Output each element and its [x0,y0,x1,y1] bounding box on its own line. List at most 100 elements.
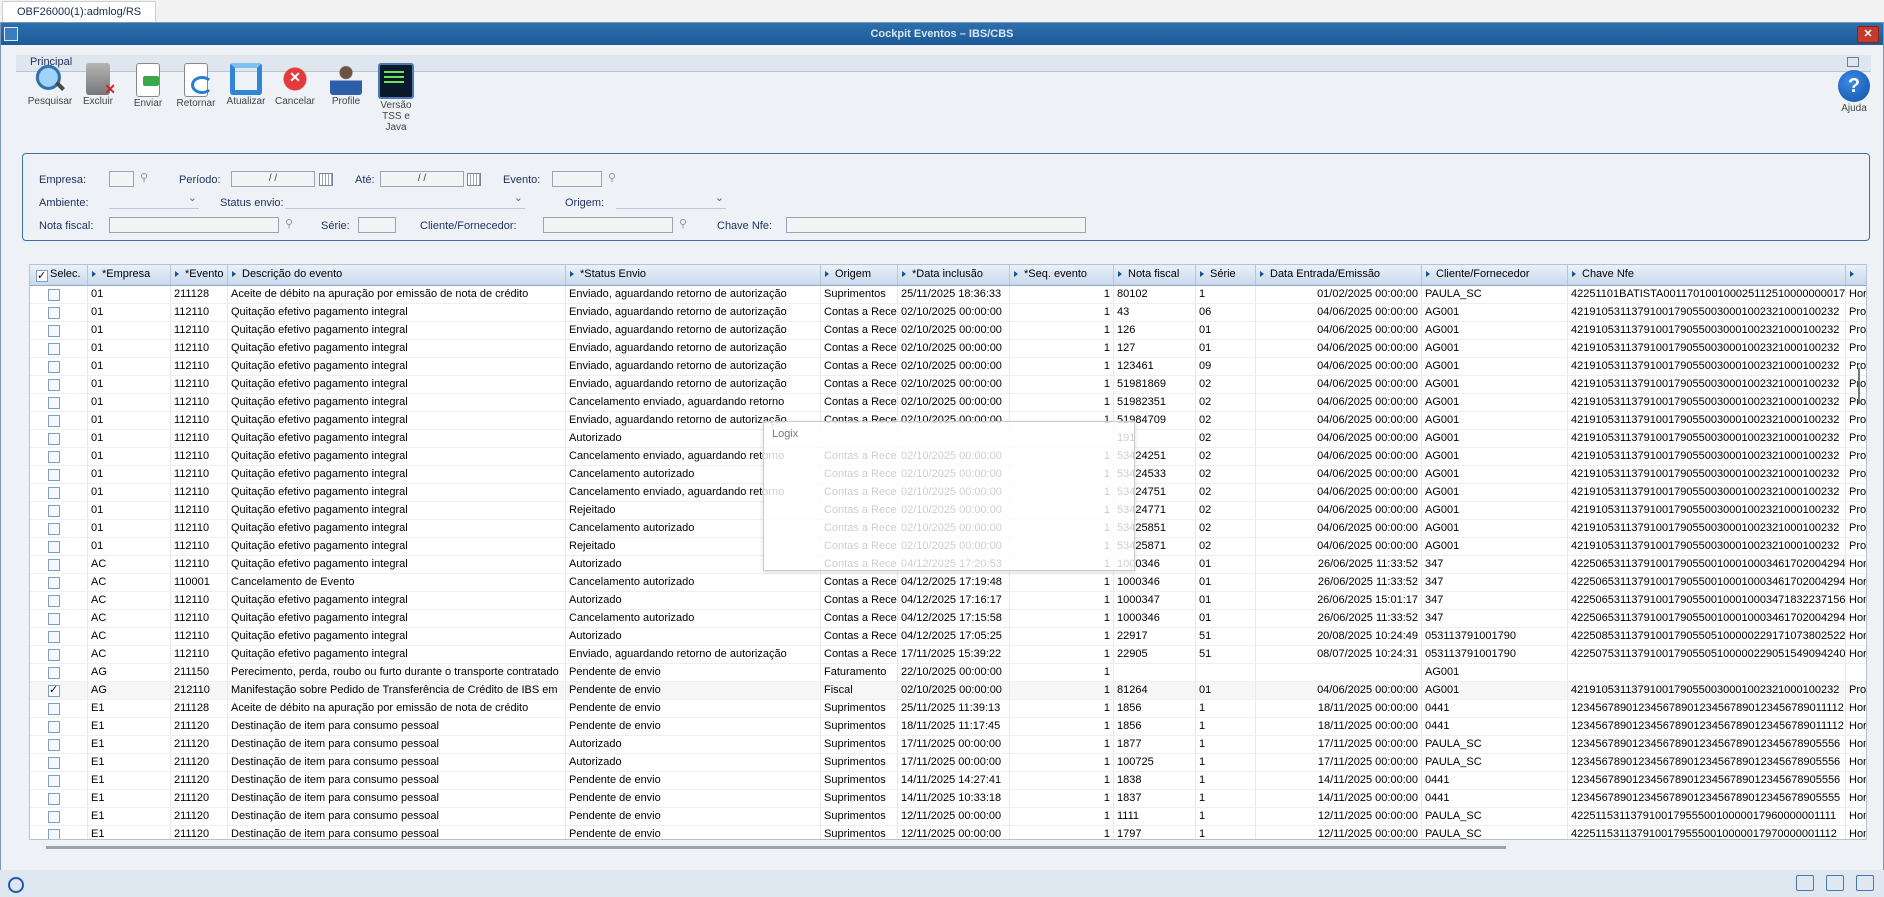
row-checkbox[interactable] [48,343,60,355]
col-cliente[interactable]: Cliente/Fornecedor [1422,265,1568,285]
table-row[interactable]: 01 112110 Quitação efetivo pagamento integ… [30,304,1866,322]
cell-desc: Destinação de item para consumo pessoal [228,790,566,807]
table-row[interactable]: 01 112110 Quitação efetivo pagamento integ… [30,358,1866,376]
col-nota-fiscal[interactable]: Nota fiscal [1114,265,1196,285]
vertical-scrollbar[interactable] [1858,368,1860,404]
row-checkbox[interactable] [48,505,60,517]
col-status-envio[interactable]: *Status Envio [566,265,821,285]
row-checkbox[interactable] [48,289,60,301]
row-checkbox[interactable] [48,757,60,769]
edit-icon[interactable] [1826,875,1844,891]
row-checkbox[interactable] [48,577,60,589]
row-checkbox[interactable] [48,415,60,427]
table-row[interactable]: E1 211120 Destinação de item para consumo … [30,772,1866,790]
table-row[interactable]: 01 112110 Quitação efetivo pagamento integ… [30,394,1866,412]
row-checkbox[interactable] [48,613,60,625]
col-seq-evento[interactable]: *Seq. evento [1010,265,1114,285]
table-row[interactable]: 01 112110 Quitação efetivo pagamento integ… [30,340,1866,358]
row-checkbox[interactable] [48,397,60,409]
periodo-input[interactable]: / / [231,171,315,187]
table-row[interactable]: AC 112110 Quitação efetivo pagamento integ… [30,628,1866,646]
origem-select[interactable] [616,191,726,209]
cell-emp: E1 [88,754,171,771]
table-row[interactable]: E1 211120 Destinação de item para consumo … [30,826,1866,839]
table-row[interactable]: 01 112110 Quitação efetivo pagamento integ… [30,322,1866,340]
help-icon[interactable]: ? [1838,70,1870,102]
row-checkbox[interactable] [48,523,60,535]
table-row[interactable]: E1 211120 Destinação de item para consumo … [30,808,1866,826]
table-row[interactable]: AC 112110 Quitação efetivo pagamento integ… [30,610,1866,628]
row-checkbox[interactable] [48,721,60,733]
row-checkbox[interactable] [48,595,60,607]
col-empresa[interactable]: *Empresa [88,265,171,285]
row-checkbox[interactable] [48,361,60,373]
serie-input[interactable] [358,217,396,233]
cell-seq: 1 [1010,322,1114,339]
table-row[interactable]: AC 112110 Quitação efetivo pagamento integ… [30,592,1866,610]
table-row[interactable]: E1 211120 Destinação de item para consumo … [30,736,1866,754]
ate-input[interactable]: / / [380,171,464,187]
nota-fiscal-input[interactable] [109,217,279,233]
row-checkbox[interactable] [48,541,60,553]
table-row[interactable]: E1 211120 Destinação de item para consumo … [30,754,1866,772]
row-checkbox[interactable] [48,325,60,337]
row-checkbox[interactable] [48,307,60,319]
col-serie[interactable]: Série [1196,265,1256,285]
row-checkbox[interactable] [48,469,60,481]
horizontal-scrollbar[interactable] [46,846,1506,849]
cliente-input[interactable] [543,217,673,233]
table-row[interactable]: AC 112110 Quitação efetivo pagamento integ… [30,646,1866,664]
ate-calendar-icon[interactable] [467,173,481,186]
select-all-checkbox[interactable] [36,267,48,285]
resize-icon[interactable] [1796,875,1814,891]
status-envio-select[interactable] [285,191,525,209]
table-row[interactable]: E1 211128 Aceite de débito na apuração por… [30,700,1866,718]
session-tab[interactable]: OBF26000(1):admlog/RS [2,1,157,22]
row-checkbox[interactable] [48,649,60,661]
table-row[interactable]: 01 211128 Aceite de débito na apuração por… [30,286,1866,304]
cell-desc: Quitação efetivo pagamento integral [228,520,566,537]
col-descricao[interactable]: Descrição do evento [228,265,566,285]
status-icon [8,877,24,893]
empresa-lookup-icon[interactable]: ⚲ [140,171,148,184]
ambiente-select[interactable] [109,191,199,209]
col-origem[interactable]: Origem [821,265,898,285]
row-checkbox[interactable] [48,433,60,445]
col-extra[interactable] [1846,265,1866,285]
row-checkbox[interactable] [48,631,60,643]
row-checkbox[interactable] [48,793,60,805]
table-row[interactable]: AC 110001 Cancelamento de Evento Cancelamen… [30,574,1866,592]
row-checkbox[interactable] [48,682,60,699]
row-checkbox[interactable] [48,811,60,823]
table-row[interactable]: E1 211120 Destinação de item para consumo … [30,718,1866,736]
row-checkbox[interactable] [48,775,60,787]
col-selec[interactable]: Selec. [30,265,88,285]
message-icon[interactable] [1856,875,1874,891]
table-row[interactable]: E1 211120 Destinação de item para consumo … [30,790,1866,808]
chave-nfe-input[interactable] [786,217,1086,233]
row-checkbox[interactable] [48,487,60,499]
row-checkbox[interactable] [48,667,60,679]
cliente-lookup-icon[interactable]: ⚲ [679,217,687,230]
col-data-inclusao[interactable]: *Data inclusão [898,265,1010,285]
col-evento[interactable]: *Evento [171,265,228,285]
cell-nf: 123461 [1114,358,1196,375]
table-row[interactable]: AG212110Manifestação sobre Pedido de Tra… [30,682,1866,700]
table-row[interactable]: 01 112110 Quitação efetivo pagamento integ… [30,376,1866,394]
row-checkbox[interactable] [48,451,60,463]
row-checkbox[interactable] [48,379,60,391]
close-button[interactable]: ✕ [1857,26,1879,43]
evento-lookup-icon[interactable]: ⚲ [608,171,616,184]
row-checkbox[interactable] [48,703,60,715]
versao-button[interactable]: Versão TSS e Java [366,60,426,133]
row-checkbox[interactable] [48,829,60,839]
periodo-calendar-icon[interactable] [319,173,333,186]
empresa-input[interactable] [109,171,134,187]
table-row[interactable]: AG 211150 Perecimento, perda, roubo ou fur… [30,664,1866,682]
col-chave-nfe[interactable]: Chave Nfe [1568,265,1846,285]
col-data-entrada[interactable]: Data Entrada/Emissão [1256,265,1422,285]
evento-input[interactable] [552,171,602,187]
row-checkbox[interactable] [48,559,60,571]
nota-fiscal-lookup-icon[interactable]: ⚲ [285,217,293,230]
row-checkbox[interactable] [48,739,60,751]
